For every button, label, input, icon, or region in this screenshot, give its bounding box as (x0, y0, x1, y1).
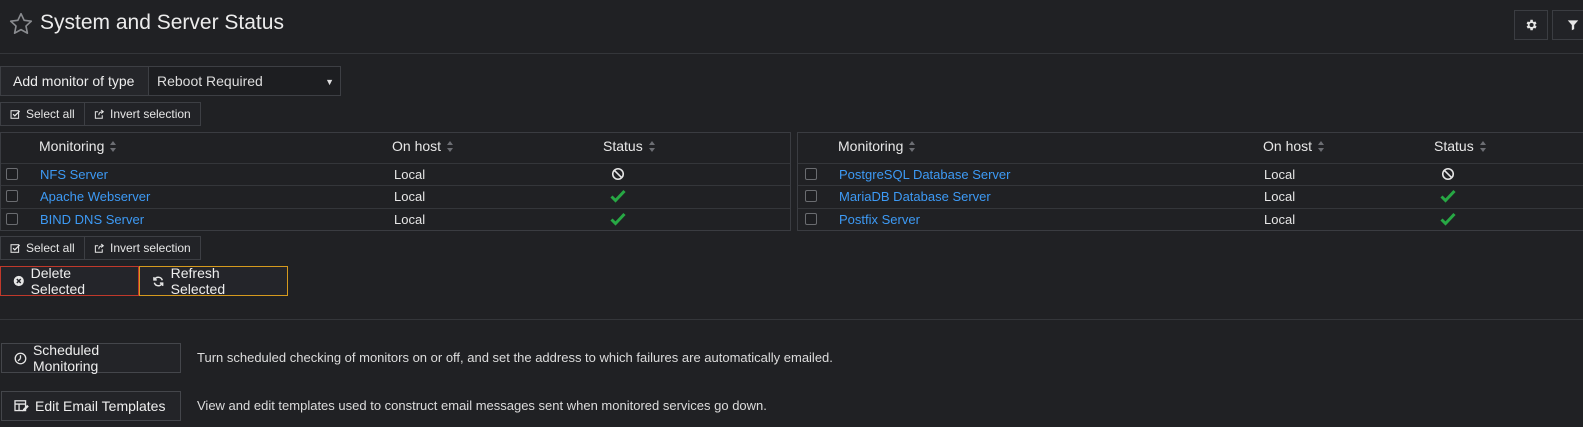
settings-button[interactable] (1514, 10, 1548, 40)
monitor-link[interactable]: Apache Webserver (40, 189, 150, 204)
page-title: System and Server Status (40, 11, 284, 34)
column-header-monitoring[interactable]: Monitoring (39, 138, 117, 154)
monitor-link[interactable]: BIND DNS Server (40, 212, 144, 227)
monitor-type-select[interactable]: Reboot Required ▼ (148, 66, 341, 96)
monitor-link[interactable]: PostgreSQL Database Server (839, 167, 1011, 182)
sort-icon (909, 140, 916, 152)
column-header-on-host[interactable]: On host (1263, 138, 1325, 154)
scheduled-monitoring-label: Scheduled Monitoring (32, 342, 100, 374)
sort-icon (1479, 140, 1487, 152)
clock-icon (14, 352, 27, 364)
refresh-selected-button[interactable]: Refresh Selected (139, 265, 288, 297)
ban-icon (611, 167, 625, 181)
column-header-status[interactable]: Status (603, 138, 656, 154)
column-label: Status (1434, 138, 1474, 154)
favorite-star-icon[interactable] (8, 11, 34, 37)
filter-button[interactable] (1552, 10, 1583, 40)
scheduled-monitoring-description: Turn scheduled checking of monitors on o… (197, 350, 833, 365)
column-label: On host (1263, 138, 1313, 154)
invert-selection-label: Invert selection (110, 241, 191, 255)
host-cell: Local (394, 189, 426, 204)
select-all-button-top[interactable]: Select all (0, 102, 85, 126)
checkmark-icon (610, 189, 626, 203)
edit-email-templates-description: View and edit templates used to construc… (197, 398, 767, 413)
share-square-icon (94, 109, 105, 119)
select-all-label: Select all (26, 241, 75, 255)
row-checkbox[interactable] (6, 168, 18, 180)
sort-icon (110, 140, 117, 152)
share-square-icon (94, 243, 105, 253)
ban-icon (1441, 167, 1455, 181)
row-checkbox[interactable] (805, 168, 817, 180)
column-header-on-host[interactable]: On host (392, 138, 454, 154)
host-cell: Local (394, 167, 426, 182)
add-monitor-label: Add monitor of type (0, 66, 148, 96)
row-checkbox[interactable] (805, 190, 817, 202)
monitor-link[interactable]: MariaDB Database Server (839, 189, 991, 204)
host-cell: Local (1264, 167, 1296, 182)
column-label: Status (603, 138, 643, 154)
gear-icon (1526, 19, 1537, 31)
monitor-link[interactable]: NFS Server (40, 167, 108, 182)
select-all-button-bottom[interactable]: Select all (0, 236, 85, 260)
delete-selected-label: Delete Selected (30, 265, 86, 297)
host-cell: Local (394, 212, 426, 227)
invert-selection-label: Invert selection (110, 107, 191, 121)
checkmark-icon (1440, 212, 1456, 226)
row-divider (798, 163, 1583, 164)
column-label: On host (392, 138, 442, 154)
host-cell: Local (1264, 189, 1296, 204)
sort-icon (648, 140, 656, 152)
row-divider (1, 208, 790, 209)
times-circle-icon (13, 275, 24, 287)
row-divider (798, 208, 1583, 209)
delete-selected-button[interactable]: Delete Selected (0, 265, 139, 297)
edit-email-templates-label: Edit Email Templates (35, 398, 166, 414)
check-square-icon (10, 109, 21, 119)
row-checkbox[interactable] (805, 213, 817, 225)
refresh-selected-label: Refresh Selected (170, 265, 226, 297)
monitor-link[interactable]: Postfix Server (839, 212, 920, 227)
invert-selection-button-top[interactable]: Invert selection (84, 102, 201, 126)
monitor-type-value: Reboot Required (157, 73, 263, 89)
checkmark-icon (610, 212, 626, 226)
row-checkbox[interactable] (6, 213, 18, 225)
filter-icon (1567, 20, 1579, 31)
monitor-table-left: Monitoring On host Status NFS Server Loc… (0, 132, 791, 231)
edit-email-templates-button[interactable]: Edit Email Templates (1, 391, 181, 421)
monitor-table-right: Monitoring On host Status PostgreSQL Dat… (797, 132, 1583, 231)
invert-selection-button-bottom[interactable]: Invert selection (84, 236, 201, 260)
row-divider (1, 163, 790, 164)
select-all-label: Select all (26, 107, 75, 121)
column-header-status[interactable]: Status (1434, 138, 1487, 154)
header-divider (0, 53, 1583, 54)
host-cell: Local (1264, 212, 1296, 227)
scheduled-monitoring-button[interactable]: Scheduled Monitoring (1, 342, 181, 374)
column-label: Monitoring (838, 138, 904, 154)
refresh-icon (153, 276, 164, 286)
template-icon (14, 399, 29, 411)
check-square-icon (10, 243, 21, 253)
row-checkbox[interactable] (6, 190, 18, 202)
chevron-down-icon: ▼ (325, 77, 334, 87)
section-divider (0, 319, 1583, 320)
column-header-monitoring[interactable]: Monitoring (838, 138, 916, 154)
row-divider (798, 185, 1583, 186)
column-label: Monitoring (39, 138, 105, 154)
sort-icon (1318, 140, 1325, 152)
checkmark-icon (1440, 189, 1456, 203)
sort-icon (447, 140, 454, 152)
row-divider (1, 185, 790, 186)
